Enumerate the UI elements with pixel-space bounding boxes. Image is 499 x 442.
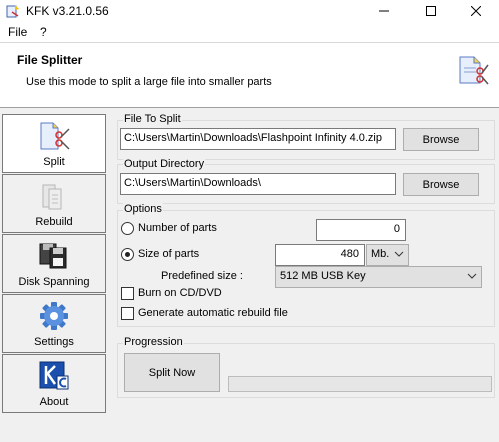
predefined-size-value: 512 MB USB Key (280, 270, 366, 282)
app-icon (6, 5, 19, 18)
menu-bar: File ? (0, 22, 499, 42)
predefined-size-select[interactable]: 512 MB USB Key (275, 266, 482, 288)
browse-file-button[interactable]: Browse (403, 128, 479, 151)
file-path-input[interactable]: C:\Users\Martin\Downloads\Flashpoint Inf… (120, 128, 396, 150)
sidebar-item-label: Split (43, 156, 65, 168)
split-progress-bar (228, 376, 492, 392)
rebuild-file-label: Generate automatic rebuild file (138, 307, 288, 319)
mode-header: File Splitter Use this mode to split a l… (0, 42, 499, 108)
size-of-parts-input[interactable]: 480 (275, 244, 365, 266)
minimize-button[interactable] (361, 0, 407, 22)
file-split-icon (459, 56, 489, 85)
close-icon (471, 6, 481, 16)
mode-sidebar: Split Rebuild Disk Spanning Settings Abo… (2, 114, 106, 413)
number-of-parts-radio[interactable] (121, 222, 134, 235)
burn-cd-label: Burn on CD/DVD (138, 287, 222, 299)
sidebar-item-label: Disk Spanning (18, 276, 90, 288)
maximize-icon (426, 6, 436, 16)
chevron-down-icon (394, 251, 404, 257)
rebuild-icon (42, 184, 62, 210)
about-logo-icon (39, 361, 69, 390)
sidebar-item-disk-spanning[interactable]: Disk Spanning (2, 234, 106, 293)
split-icon (40, 122, 70, 150)
sidebar-item-label: Settings (34, 336, 74, 348)
page-title: File Splitter (17, 53, 83, 67)
gear-icon (40, 302, 68, 330)
sidebar-item-rebuild[interactable]: Rebuild (2, 174, 106, 233)
sidebar-item-label: About (39, 396, 69, 408)
browse-directory-button[interactable]: Browse (403, 173, 479, 196)
rebuild-file-checkbox[interactable] (121, 307, 134, 320)
size-unit-value: Mb. (371, 248, 390, 260)
output-directory-input[interactable]: C:\Users\Martin\Downloads\ (120, 173, 396, 195)
chevron-down-icon (467, 273, 477, 279)
burn-cd-checkbox[interactable] (121, 287, 134, 300)
sidebar-item-label: Rebuild (35, 216, 73, 228)
page-description: Use this mode to split a large file into… (26, 76, 272, 88)
output-directory-label: Output Directory (123, 158, 206, 170)
number-of-parts-input[interactable]: 0 (316, 219, 406, 241)
number-of-parts-label: Number of parts (138, 222, 217, 234)
sidebar-item-settings[interactable]: Settings (2, 294, 106, 353)
size-of-parts-label: Size of parts (138, 248, 200, 260)
window-title: KFK v3.21.0.56 (26, 4, 109, 18)
maximize-button[interactable] (408, 0, 454, 22)
size-of-parts-radio[interactable] (121, 248, 134, 261)
sidebar-item-split[interactable]: Split (2, 114, 106, 173)
size-unit-select[interactable]: Mb. (366, 244, 409, 266)
progression-label: Progression (123, 336, 184, 348)
menu-item-file[interactable]: File (8, 25, 27, 39)
menu-item-help[interactable]: ? (40, 25, 47, 39)
floppy-disk-icon (39, 243, 67, 269)
close-button[interactable] (453, 0, 499, 22)
sidebar-item-about[interactable]: About (2, 354, 106, 413)
predefined-size-label: Predefined size : (161, 270, 243, 282)
title-bar: KFK v3.21.0.56 (0, 0, 499, 22)
split-now-button[interactable]: Split Now (124, 353, 220, 392)
minimize-icon (379, 10, 389, 12)
options-label: Options (123, 203, 163, 215)
file-to-split-label: File To Split (123, 113, 182, 125)
